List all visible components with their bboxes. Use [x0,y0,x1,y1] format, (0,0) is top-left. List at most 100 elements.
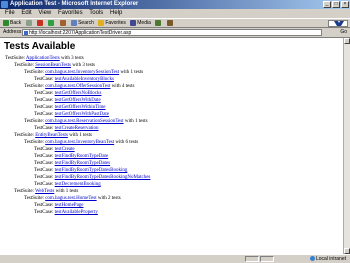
favorites-button[interactable]: Favorites [98,19,126,27]
test-suite-row: TestSuite: WebTests with 1 tests [14,188,78,195]
test-count-label: with 1 tests [119,70,144,75]
test-case-row: TestCase: testFindByRoomTypeDates [34,160,110,167]
test-count-label: with 1 tests [67,133,92,138]
test-link[interactable]: com.bagus.test.HomeTest [45,196,96,201]
test-count-label: with 2 tests [96,196,121,201]
test-case-row: TestCase: testAvailableProperty [34,209,98,216]
window-title: Application Test - Microsoft Internet Ex… [10,1,139,7]
test-link[interactable]: EntityBeanTests [35,133,68,138]
row-kind-label: TestCase: [34,203,55,208]
menu-edit[interactable]: Edit [21,9,31,18]
row-kind-label: TestCase: [34,182,55,187]
row-kind-label: TestCase: [34,105,55,110]
vertical-scrollbar[interactable] [343,38,350,254]
row-kind-label: TestSuite: [24,140,46,145]
row-kind-label: TestSuite: [24,70,46,75]
row-kind-label: TestSuite: [14,63,36,68]
test-link[interactable]: com.bagus.test.InventoryBeanTest [45,140,114,145]
test-case-row: TestCase: testGetOffersWithinTime [34,104,106,111]
row-kind-label: TestCase: [34,210,55,215]
stop-icon [36,19,43,26]
mail-button[interactable] [166,19,174,27]
test-suite-row: TestSuite: com.bagus.test.ReservationSes… [24,118,148,125]
address-input[interactable]: http://localhost:2207/ApplicationTestDri… [22,29,322,36]
address-bar: Address http://localhost:2207/Applicatio… [0,28,350,38]
test-suite-row: TestSuite: com.bagus.test.HomeTest with … [24,195,121,202]
menu-view[interactable]: View [38,9,51,18]
test-suite-row: TestSuite: EntityBeanTests with 1 tests [14,132,92,139]
test-link[interactable]: testFindByRoomTypeDatesBooking [55,168,128,173]
row-kind-label: TestSuite: [24,196,46,201]
address-url: http://localhost:2207/ApplicationTestDri… [29,30,132,36]
scroll-up-arrow-icon[interactable] [344,38,350,44]
test-link[interactable]: WebTests [35,189,54,194]
test-link[interactable]: testGetOffersWithinTime [55,105,106,110]
row-kind-label: TestSuite: [14,133,36,138]
go-button[interactable]: Go [340,28,347,37]
status-cell [245,256,259,262]
row-kind-label: TestSuite: [14,189,36,194]
status-cell [260,256,274,262]
history-button[interactable] [155,19,162,27]
favorites-star-icon [98,19,105,26]
forward-button[interactable] [25,19,33,27]
test-link[interactable]: testCreate [55,147,75,152]
test-suite-row: TestSuite: com.bagus.test.OfferSessionTe… [24,83,134,90]
ie-throbber-icon [328,20,348,27]
back-button[interactable]: Back [3,19,21,27]
menu-favorites[interactable]: Favorites [58,9,83,18]
page-icon [24,31,28,35]
test-count-label: with 4 tests [110,84,135,89]
toolbar: Back Search Favorites Media [0,18,350,28]
media-button[interactable]: Media [130,19,151,27]
test-link[interactable]: testHomePage [55,203,84,208]
test-link[interactable]: testGetOffersWithDate [55,98,101,103]
row-kind-label: TestSuite: [24,84,46,89]
row-kind-label: TestCase: [34,126,55,131]
refresh-button[interactable] [48,19,55,27]
test-link[interactable]: com.bagus.test.OfferSessionTest [45,84,110,89]
test-case-row: TestCase: testGetOffersWithPastDate [34,111,109,118]
stop-button[interactable] [36,19,44,27]
test-link[interactable]: testFindByRoomTypeDates [55,161,110,166]
test-count-label: with 6 tests [114,140,139,145]
test-case-row: TestCase: testGetOffersNoBlocks [34,90,101,97]
test-link[interactable]: ApplicationTests [26,56,60,61]
test-case-row: TestCase: testCreate [34,146,75,153]
test-link[interactable]: testAvailableProperty [55,210,98,215]
test-link[interactable]: testGetOffersWithPastDate [55,112,109,117]
test-count-label: with 3 tests [70,63,95,68]
test-link[interactable]: com.bagus.test.ReservationSessionTest [45,119,123,124]
test-link[interactable]: testCreateReservation [55,126,99,131]
test-case-row: TestCase: testHomePage [34,202,84,209]
test-link[interactable]: testFindByRoomTypeDatesBookingNoMatches [55,175,151,180]
row-kind-label: TestCase: [34,77,55,82]
test-case-row: TestCase: testGetOffersWithDate [34,97,101,104]
test-link[interactable]: com.bagus.test.InventorySessionTest [45,70,119,75]
row-kind-label: TestCase: [34,175,55,180]
row-kind-label: TestCase: [34,147,55,152]
refresh-icon [48,19,55,26]
test-count-label: with 1 tests [54,189,79,194]
menu-tools[interactable]: Tools [89,9,103,18]
minimize-button[interactable]: _ [323,1,331,8]
test-suite-row: TestSuite: com.bagus.test.InventoryBeanT… [24,139,138,146]
test-count-label: with 3 tests [59,56,84,61]
test-case-row: TestCase: testAvailableInventoryBlocks [34,76,114,83]
test-case-row: TestCase: testFindByRoomTypeDate [34,153,108,160]
ie-icon [1,1,8,8]
home-icon [59,19,66,26]
menu-file[interactable]: File [5,9,15,18]
row-kind-label: TestCase: [34,112,55,117]
test-link[interactable]: testFindByRoomTypeDate [55,154,109,159]
maximize-button[interactable]: □ [332,1,340,8]
menu-help[interactable]: Help [110,9,122,18]
search-button[interactable]: Search [71,19,94,27]
close-button[interactable]: × [341,1,349,8]
test-link[interactable]: testAvailableInventoryBlocks [55,77,114,82]
test-link[interactable]: testGetOffersNoBlocks [55,91,102,96]
home-button[interactable] [59,19,67,27]
test-link[interactable]: SessionBeanTests [35,63,71,68]
test-link[interactable]: testDecrementBooking [55,182,101,187]
menu-bar: File Edit View Favorites Tools Help [0,9,350,18]
